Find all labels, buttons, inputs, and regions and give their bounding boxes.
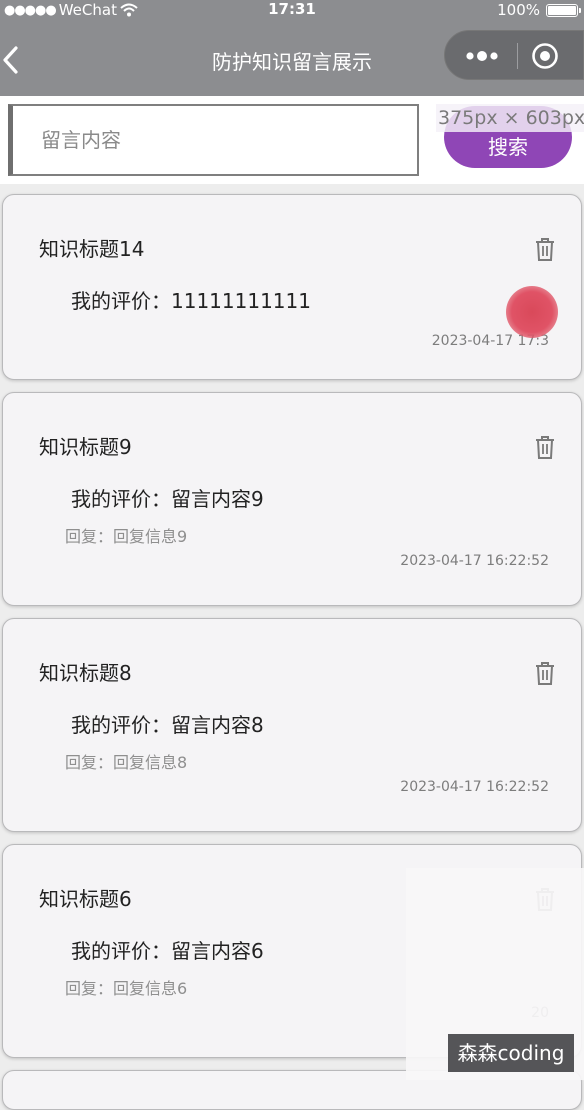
search-input[interactable] [13, 106, 417, 174]
delete-button[interactable] [533, 659, 557, 687]
knowledge-title: 知识标题14 [39, 237, 145, 261]
my-review: 我的评价：留言内容9 [71, 487, 264, 511]
knowledge-title: 知识标题8 [39, 661, 132, 685]
mini-program-capsule [444, 30, 584, 80]
admin-reply: 回复：回复信息6 [65, 979, 188, 998]
comment-card: 知识标题8 我的评价：留言内容8 回复：回复信息8 2023-04-17 16:… [2, 618, 582, 832]
viewport-size-badge: 375px × 603px [436, 104, 584, 132]
more-dots-icon [466, 51, 498, 61]
admin-reply: 回复：回复信息9 [65, 527, 188, 546]
close-button[interactable] [531, 42, 559, 70]
target-circle-icon [532, 43, 558, 69]
knowledge-title: 知识标题6 [39, 887, 132, 911]
search-bar: 搜索 375px × 603px [0, 96, 584, 184]
watermark: 森森coding [448, 1034, 574, 1072]
my-review: 我的评价：留言内容6 [71, 939, 264, 963]
status-bar: ●●●●● WeChat 17:31 100% [0, 0, 584, 22]
status-right: 100% [497, 1, 581, 19]
knowledge-title: 知识标题9 [39, 435, 132, 459]
delete-button[interactable] [533, 235, 557, 263]
capsule-divider [517, 43, 518, 69]
battery-icon [546, 3, 581, 17]
my-review: 我的评价：11111111111 [71, 289, 311, 313]
comment-time: 2023-04-17 16:22:52 [400, 553, 549, 569]
comment-card: 知识标题9 我的评价：留言内容9 回复：回复信息9 2023-04-17 16:… [2, 392, 582, 606]
comment-time: 2023-04-17 16:22:52 [400, 779, 549, 795]
trash-icon [536, 238, 554, 261]
comment-card: 知识标题14 我的评价：11111111111 2023-04-17 17:3 [2, 194, 582, 380]
delete-button[interactable] [533, 433, 557, 461]
touch-indicator [506, 286, 558, 338]
admin-reply: 回复：回复信息8 [65, 753, 188, 772]
trash-icon [536, 436, 554, 459]
search-input-box [8, 104, 419, 176]
more-button[interactable] [457, 41, 507, 71]
nav-bar: 防护知识留言展示 [0, 22, 584, 96]
trash-icon [536, 662, 554, 685]
battery-label: 100% [497, 1, 540, 19]
my-review: 我的评价：留言内容8 [71, 713, 264, 737]
